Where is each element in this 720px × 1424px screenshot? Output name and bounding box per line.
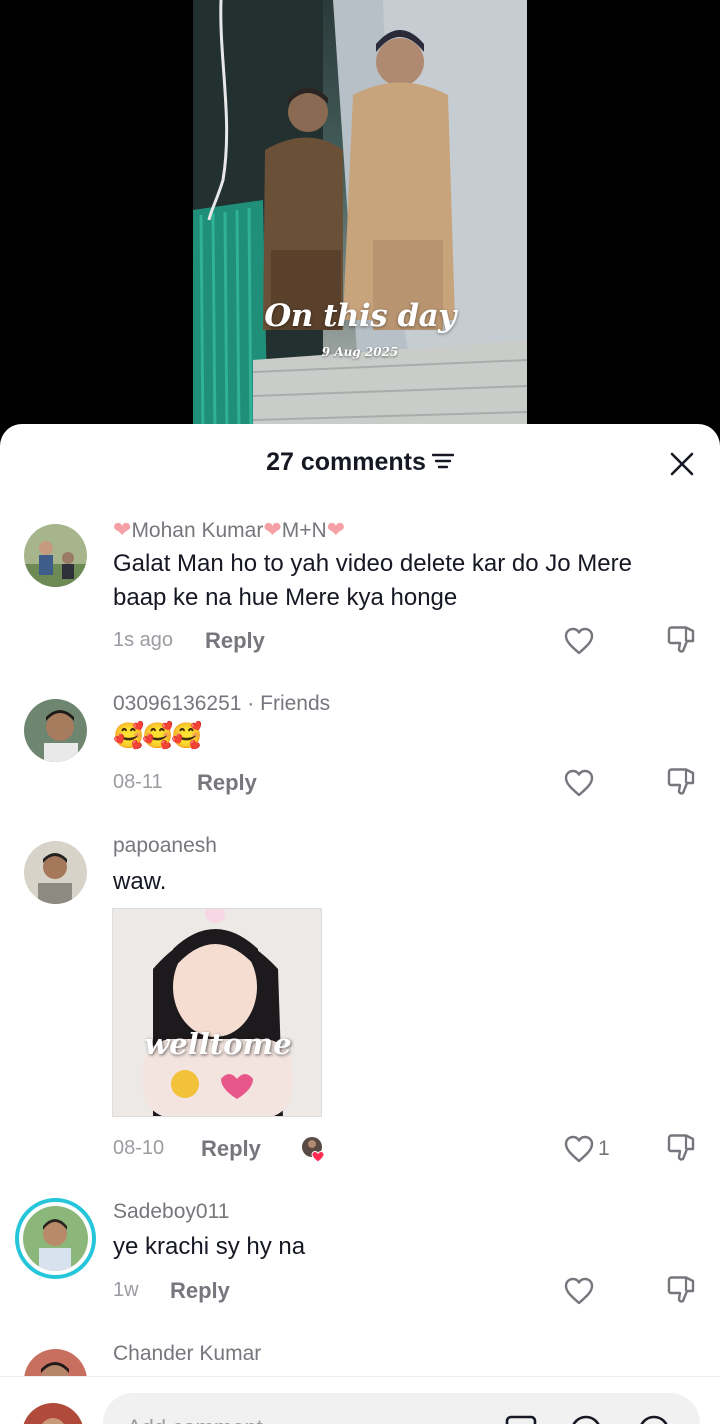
- sticker-caption: welltome: [144, 1027, 292, 1061]
- mention-icon[interactable]: [636, 1413, 672, 1424]
- video-player[interactable]: On this day 9 Aug 2025: [0, 0, 720, 440]
- heart-outline-icon[interactable]: [563, 626, 595, 656]
- comment-username[interactable]: Sadeboy011: [113, 1200, 229, 1224]
- video-caption-date: 9 Aug 2025: [321, 345, 399, 359]
- reply-button[interactable]: Reply: [205, 628, 265, 654]
- heart-icon: ❤: [113, 517, 132, 542]
- comment-timestamp: 1w: [113, 1279, 139, 1301]
- comment-text: Galat Man ho to yah video delete kar do …: [113, 550, 632, 611]
- thumbs-down-icon[interactable]: [665, 1273, 697, 1305]
- image-icon[interactable]: [503, 1413, 539, 1424]
- heart-outline-icon[interactable]: [563, 1134, 595, 1164]
- thumbs-down-icon[interactable]: [665, 623, 697, 655]
- sticker-image: [113, 909, 321, 1116]
- thumbs-down-icon[interactable]: [665, 765, 697, 797]
- comment-text: 🥰🥰🥰: [113, 722, 202, 750]
- comments-header[interactable]: 27 comments: [0, 448, 720, 477]
- emoji-icon[interactable]: [568, 1413, 604, 1424]
- avatar[interactable]: [24, 841, 87, 904]
- reply-button[interactable]: Reply: [201, 1136, 261, 1162]
- avatar[interactable]: [24, 699, 87, 762]
- sort-filter-icon[interactable]: [431, 452, 454, 470]
- comment-text: waw.: [113, 868, 167, 895]
- thumbs-down-icon[interactable]: [665, 1131, 697, 1163]
- avatar: [23, 1206, 88, 1271]
- avatar[interactable]: [24, 524, 87, 587]
- comment-username[interactable]: 03096136251 · Friends: [113, 692, 330, 716]
- reply-button[interactable]: Reply: [170, 1278, 230, 1304]
- comment-timestamp: 1s ago: [113, 629, 174, 651]
- comment-username[interactable]: Chander Kumar: [113, 1342, 261, 1366]
- reply-button[interactable]: Reply: [197, 770, 257, 796]
- close-icon[interactable]: [662, 444, 702, 484]
- video-scene: [193, 0, 527, 440]
- comment-timestamp: 08-11: [113, 771, 163, 793]
- avatar-story-ring[interactable]: [15, 1198, 96, 1279]
- video-frame: On this day 9 Aug 2025: [193, 0, 527, 440]
- comment-input-placeholder: Add comment...: [127, 1415, 281, 1424]
- sheet-header: 27 comments: [0, 424, 720, 504]
- comment-count-label: 27 comments: [266, 448, 426, 476]
- heart-outline-icon[interactable]: [563, 768, 595, 798]
- video-caption-title: On this day: [264, 298, 456, 334]
- heart-icon: ❤: [263, 517, 282, 542]
- comments-sheet: 27 comments ❤Mohan Kumar❤M+N❤ Galat Man …: [0, 424, 720, 1424]
- comment-sticker[interactable]: welltome: [112, 908, 322, 1117]
- comment-text: ye krachi sy hy na: [113, 1233, 306, 1260]
- comment-username[interactable]: papoanesh: [113, 834, 217, 858]
- heart-outline-icon[interactable]: [563, 1276, 595, 1306]
- comment-username[interactable]: ❤Mohan Kumar❤M+N❤: [113, 517, 345, 543]
- comment-input[interactable]: Add comment...: [103, 1393, 700, 1424]
- heart-icon: ❤: [326, 517, 346, 542]
- comment-timestamp: 08-10: [113, 1137, 165, 1159]
- comment-input-bar: Add comment...: [0, 1376, 720, 1424]
- my-avatar: [22, 1403, 84, 1424]
- like-count: 1: [598, 1137, 610, 1160]
- creator-liked-badge-icon: [302, 1137, 325, 1163]
